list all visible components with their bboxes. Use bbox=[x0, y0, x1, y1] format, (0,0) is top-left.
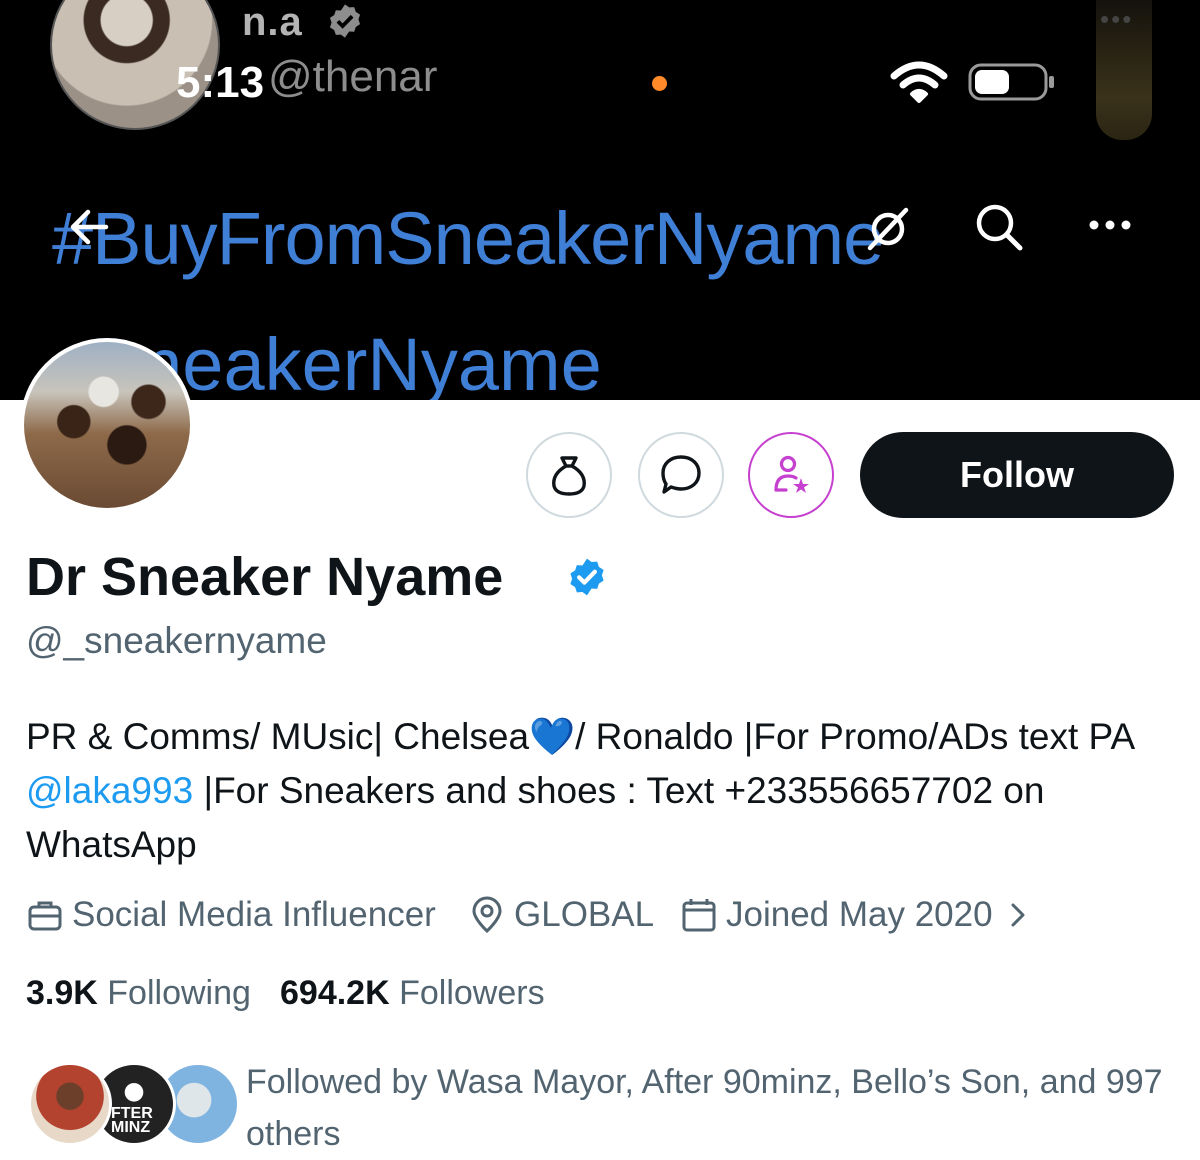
banner-account-handle: @thenar bbox=[268, 52, 438, 101]
profile-bio: PR & Comms/ MUsic| Chelsea💙/ Ronaldo |Fo… bbox=[26, 710, 1176, 872]
profile-banner: n.a @thenar 5:13 ••• #BuyFromSneakerNyam… bbox=[0, 0, 1200, 400]
bio-mention-link[interactable]: @laka993 bbox=[26, 770, 193, 811]
location-icon bbox=[472, 896, 502, 934]
mutual-followers-avatars[interactable]: FTER MINZ bbox=[28, 1062, 240, 1152]
following-label: Following bbox=[107, 974, 251, 1012]
bio-text: / Ronaldo |For Promo/ADs text PA bbox=[575, 716, 1134, 757]
followers-stat[interactable]: 694.2K Followers bbox=[280, 974, 545, 1013]
category-label: Social Media Influencer bbox=[72, 895, 436, 934]
banner-account-name: n.a bbox=[242, 0, 303, 44]
profile-location: GLOBAL bbox=[468, 892, 654, 938]
subscribe-button[interactable] bbox=[748, 432, 834, 518]
bio-text: PR & Comms/ MUsic| Chelsea bbox=[26, 716, 530, 757]
followed-by-text[interactable]: Followed by Wasa Mayor, After 90minz, Be… bbox=[246, 1056, 1186, 1160]
briefcase-icon bbox=[28, 901, 62, 931]
profile-category: Social Media Influencer bbox=[26, 892, 436, 938]
search-icon[interactable] bbox=[972, 200, 1026, 254]
profile-avatar-image bbox=[24, 342, 190, 508]
calendar-icon bbox=[682, 899, 716, 932]
profile-username: @_sneakernyame bbox=[26, 620, 327, 661]
back-icon[interactable] bbox=[66, 204, 112, 250]
chevron-right-icon bbox=[1011, 903, 1025, 927]
banner-dots-icon: ••• bbox=[1100, 4, 1134, 34]
blue-heart-emoji: 💙 bbox=[529, 716, 576, 757]
following-stat[interactable]: 3.9K Following bbox=[26, 974, 251, 1013]
message-button[interactable] bbox=[638, 432, 724, 518]
status-bar-time: 5:13 bbox=[176, 58, 265, 107]
profile-joined-date[interactable]: Joined May 2020 bbox=[680, 892, 1039, 938]
followers-label: Followers bbox=[399, 974, 545, 1012]
mutual-avatar-text: FTER MINZ bbox=[111, 1105, 153, 1136]
subscribe-icon bbox=[774, 455, 809, 493]
battery-icon bbox=[968, 63, 1054, 101]
message-icon bbox=[661, 455, 701, 494]
profile-display-name: Dr Sneaker Nyame bbox=[26, 547, 504, 607]
profile-avatar[interactable] bbox=[20, 338, 194, 512]
status-indicator-dot bbox=[652, 76, 667, 91]
following-count: 3.9K bbox=[26, 974, 98, 1012]
follow-button[interactable]: Follow bbox=[860, 432, 1174, 518]
tip-icon bbox=[552, 456, 586, 496]
more-icon[interactable] bbox=[1086, 210, 1134, 240]
joined-label: Joined May 2020 bbox=[726, 895, 993, 934]
hide-icon[interactable] bbox=[862, 202, 914, 254]
mutual-avatar bbox=[28, 1062, 112, 1146]
location-label: GLOBAL bbox=[514, 895, 655, 934]
banner-verified-icon bbox=[329, 4, 361, 38]
banner-hashtag-text: #BuyFromSneakerNyame bbox=[52, 197, 884, 280]
verified-icon[interactable] bbox=[566, 556, 608, 598]
wifi-icon bbox=[890, 61, 948, 103]
followers-count: 694.2K bbox=[280, 974, 390, 1012]
tip-button[interactable] bbox=[526, 432, 612, 518]
